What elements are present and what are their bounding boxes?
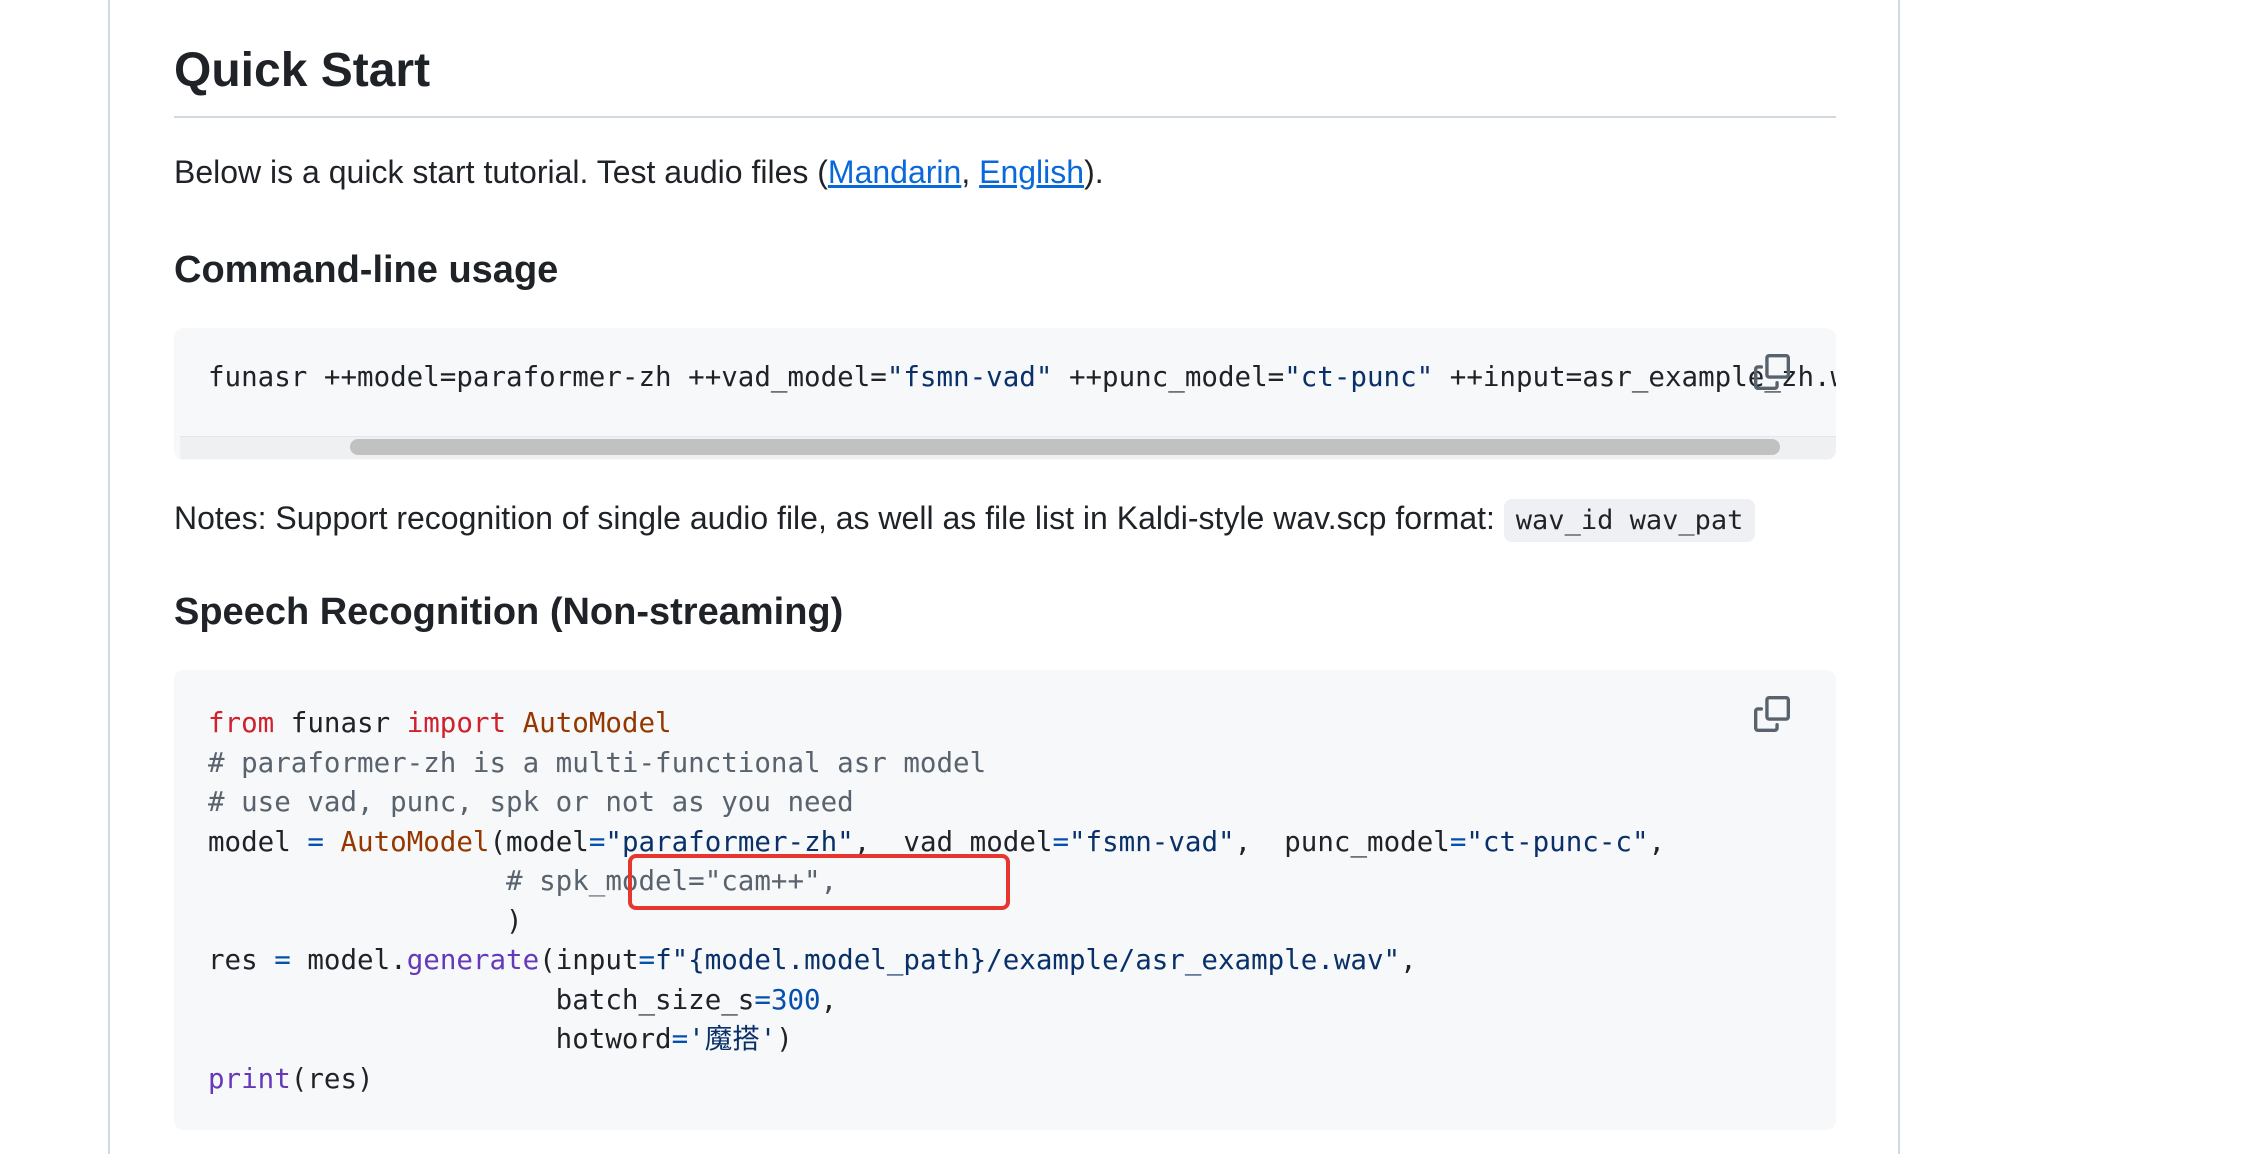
section-title: Quick Start (174, 38, 1836, 118)
code-operator: = (588, 825, 606, 858)
code-model-var: model (208, 825, 308, 858)
code-print-arg: (res) (290, 1062, 374, 1095)
cmd-string-vad: "fsmn-vad" (886, 361, 1053, 393)
code-comment-2: # use vad, punc, spk or not as you need (208, 786, 854, 818)
command-line-heading: Command-line usage (174, 249, 559, 291)
code-arg-vad: , vad_model (853, 825, 1053, 858)
notes-text: Notes: Support recognition of single aud… (174, 500, 1504, 536)
code-string: "fsmn-vad" (1069, 825, 1235, 858)
code-number: 300 (770, 983, 821, 1016)
code-class-call: AutoModel (323, 825, 490, 858)
code-operator: = (307, 825, 324, 858)
highlight-box (628, 854, 1010, 910)
speech-recognition-heading: Speech Recognition (Non-streaming) (174, 591, 844, 633)
code-string: '魔搭' (688, 1023, 777, 1055)
code-arg-batch: batch_size_s (208, 983, 755, 1016)
code-string: "ct-punc-c" (1466, 825, 1649, 858)
code-operator: = (274, 944, 291, 976)
code-operator: = (1449, 825, 1467, 858)
cmd-text-2: ++punc_model= (1052, 361, 1285, 393)
intro-paragraph: Below is a quick start tutorial. Test au… (174, 148, 1104, 196)
command-code-block: funasr ++model=paraformer-zh ++vad_model… (174, 328, 1836, 460)
notes-paragraph: Notes: Support recognition of single aud… (174, 494, 1756, 545)
code-operator: = (671, 1023, 689, 1055)
code-module: funasr (274, 707, 407, 739)
code-keyword-from: from (208, 707, 275, 739)
code-operator: = (638, 944, 656, 976)
code-arg-punc: , punc_model (1234, 825, 1450, 858)
scrollbar-thumb[interactable] (350, 439, 1780, 455)
code-operator: = (1052, 825, 1069, 858)
intro-prefix: Below is a quick start tutorial. Test au… (174, 154, 828, 190)
command-code: funasr ++model=paraformer-zh ++vad_model… (208, 358, 1836, 398)
code-keyword-import: import (406, 707, 507, 739)
intro-sep: , (961, 154, 980, 190)
code-model-ref: model. (290, 944, 407, 976)
english-link[interactable]: English (979, 154, 1084, 190)
code-arg-model: (model (489, 825, 589, 858)
code-string: "paraformer-zh" (605, 825, 854, 858)
code-class-automodel: AutoModel (506, 707, 672, 739)
code-string: f"{model.model_path}/example/asr_example… (655, 944, 1401, 976)
copy-icon[interactable] (1754, 696, 1790, 732)
intro-suffix: ). (1084, 154, 1104, 190)
code-arg-hotword: hotword (208, 1023, 672, 1055)
cmd-text-1: funasr ++model=paraformer-zh ++vad_model… (208, 361, 887, 393)
code-arg-input: (input (539, 944, 639, 976)
code-comment-1: # paraformer-zh is a multi-functional as… (208, 746, 987, 779)
notes-inline-code: wav_id wav_pat (1503, 499, 1756, 542)
code-close-paren: ) (208, 904, 523, 937)
code-close-paren: ) (776, 1023, 793, 1055)
code-generate-call: generate (406, 944, 540, 976)
mandarin-link[interactable]: Mandarin (828, 154, 961, 190)
code-comma: , (820, 983, 838, 1016)
code-res-var: res (208, 944, 275, 976)
code-comma: , (1648, 825, 1666, 858)
code-print-call: print (208, 1062, 291, 1095)
code-operator: = (754, 983, 771, 1016)
copy-icon[interactable] (1754, 354, 1790, 390)
cmd-string-punc: "ct-punc" (1284, 361, 1434, 393)
code-comma: , (1400, 944, 1417, 976)
readme-content: Quick Start Below is a quick start tutor… (174, 0, 1836, 1154)
